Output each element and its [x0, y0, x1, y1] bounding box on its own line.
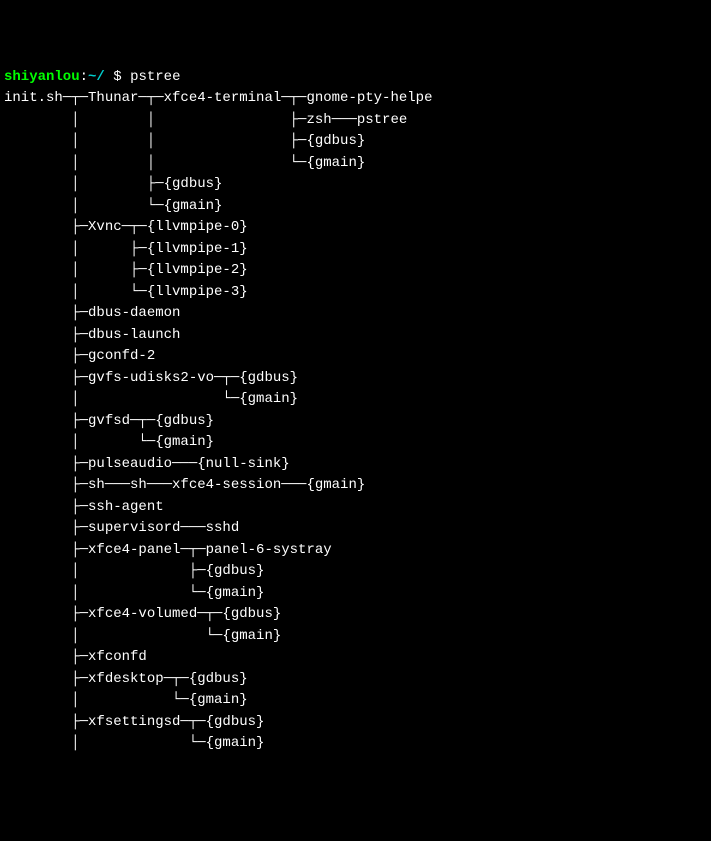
prompt-user: shiyanlou — [4, 69, 80, 85]
terminal[interactable]: shiyanlou:~/ $ pstree init.sh─┬─Thunar─┬… — [4, 67, 711, 755]
prompt-symbol: $ — [105, 69, 130, 85]
pstree-output: init.sh─┬─Thunar─┬─xfce4-terminal─┬─gnom… — [4, 88, 711, 755]
prompt-path: ~/ — [88, 69, 105, 85]
prompt-separator: : — [80, 69, 88, 85]
command-text: pstree — [130, 69, 180, 85]
